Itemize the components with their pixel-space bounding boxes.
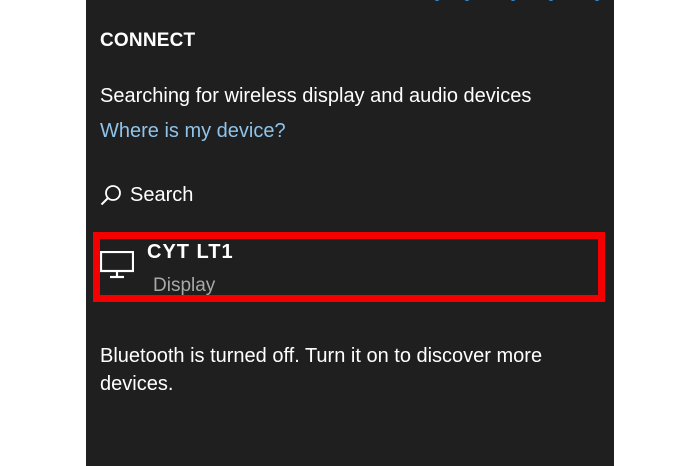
progress-dot	[434, 0, 440, 1]
monitor-icon	[99, 250, 135, 284]
progress-dot	[464, 0, 470, 1]
search-button[interactable]: Search	[100, 180, 193, 210]
where-is-my-device-link[interactable]: Where is my device?	[100, 120, 286, 143]
search-label: Search	[130, 183, 194, 206]
connect-panel: CONNECT Searching for wireless display a…	[86, 0, 614, 466]
progress-dot	[594, 0, 600, 1]
search-status-text: Searching for wireless display and audio…	[100, 85, 532, 107]
panel-title: CONNECT	[100, 30, 196, 51]
searching-progress-dots	[86, 0, 614, 5]
search-icon	[100, 184, 122, 206]
device-item-cyt-lt1[interactable]: CYT LT1 Display	[86, 238, 606, 296]
progress-dot	[510, 0, 516, 1]
device-name: CYT LT1	[147, 241, 234, 263]
progress-dot	[548, 0, 554, 1]
device-type: Display	[153, 275, 216, 296]
bluetooth-off-message: Bluetooth is turned off. Turn it on to d…	[100, 345, 543, 395]
